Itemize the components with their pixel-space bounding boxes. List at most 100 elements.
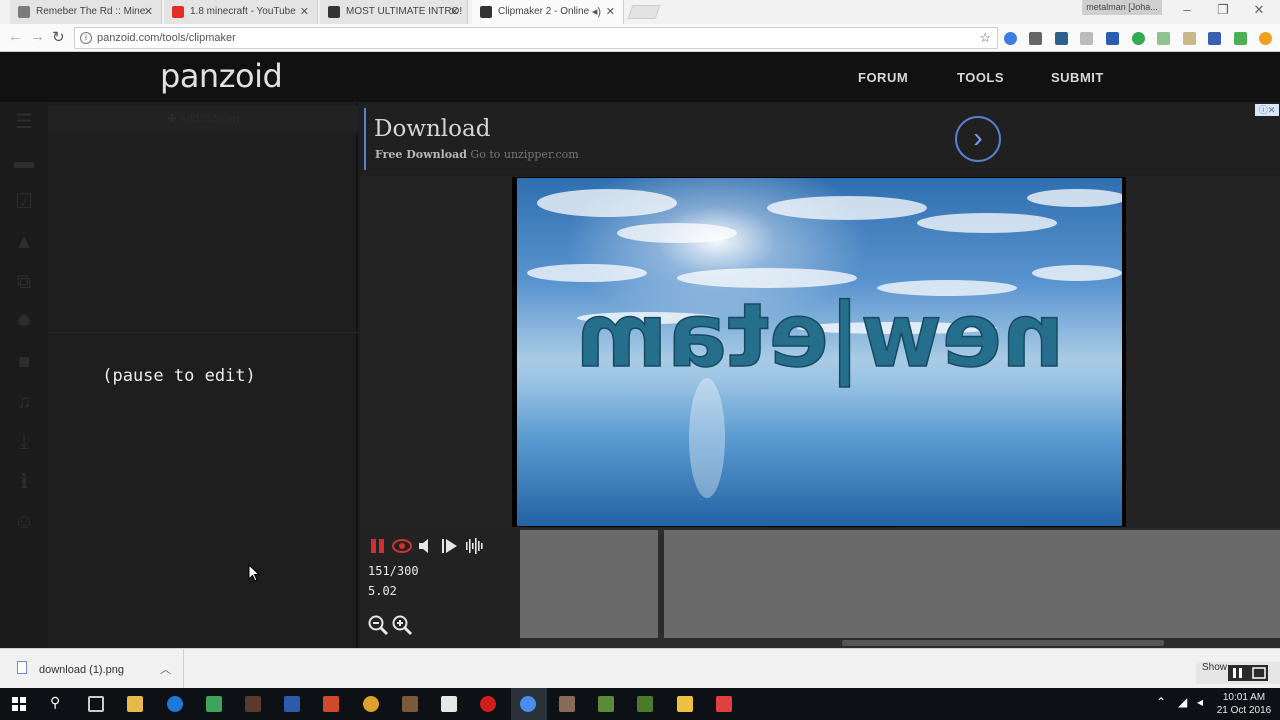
- nav-submit[interactable]: SUBMIT: [1051, 70, 1104, 85]
- tab-title: Remeber The Rd :: Mine: [36, 6, 146, 17]
- app-icon[interactable]: [363, 696, 379, 712]
- app-icon[interactable]: [206, 696, 222, 712]
- panzoid-logo[interactable]: panzoid: [160, 57, 283, 95]
- editor-icon-rail: ☰ ▬ ☑ ▲ ⧉ ✹ ■ ♫ ⤓ ℹ ☺: [0, 102, 48, 648]
- file-icon: [17, 661, 27, 674]
- eye-icon[interactable]: [392, 536, 412, 556]
- nav-tools[interactable]: TOOLS: [957, 70, 1004, 85]
- extension-icon[interactable]: [1259, 32, 1272, 45]
- browser-tab-4[interactable]: Clipmaker 2 - Online ◂) ✕: [472, 0, 624, 24]
- preview-stage: new|etam: [360, 176, 1280, 528]
- menu-icon[interactable]: ☰: [12, 110, 36, 134]
- playback-controls: 151/300 5.02: [360, 528, 520, 648]
- camera-icon[interactable]: ■: [12, 350, 36, 374]
- music-icon[interactable]: ♫: [12, 390, 36, 414]
- app-icon[interactable]: [245, 696, 261, 712]
- video-overlay-controls[interactable]: [1228, 665, 1268, 681]
- gear-icon[interactable]: ✹: [12, 310, 36, 334]
- media-player-icon[interactable]: [127, 696, 143, 712]
- address-bar[interactable]: i panzoid.com/tools/clipmaker ☆: [74, 27, 998, 49]
- ad-subtitle[interactable]: Free Download Go to unzipper.com: [375, 148, 579, 161]
- windows-start-icon[interactable]: [12, 697, 26, 711]
- extension-icon[interactable]: [1055, 32, 1068, 45]
- close-icon[interactable]: ✕: [450, 0, 459, 24]
- word-icon[interactable]: [284, 696, 300, 712]
- new-tab-button[interactable]: [627, 5, 661, 19]
- smiley-icon[interactable]: ☺: [12, 510, 36, 534]
- search-icon[interactable]: ⚲: [50, 694, 60, 711]
- clock-date: 21 Oct 2016: [1216, 705, 1272, 716]
- adchoices-icon[interactable]: ⓘ✕: [1255, 104, 1279, 116]
- info-icon[interactable]: i: [80, 32, 92, 44]
- extension-icon[interactable]: [1208, 32, 1221, 45]
- mega-icon[interactable]: [480, 696, 496, 712]
- extension-icon[interactable]: [1106, 32, 1119, 45]
- app-icon[interactable]: [559, 696, 575, 712]
- tray-chevron-icon[interactable]: ⌃: [1156, 695, 1166, 709]
- profile-badge[interactable]: metalman [Joha...: [1082, 0, 1162, 15]
- properties-panel: ✚ Add to Scen (pause to edit): [48, 102, 358, 648]
- folder-icon[interactable]: ▬: [12, 150, 36, 174]
- window-close-icon[interactable]: ✕: [1244, 2, 1274, 18]
- timeline-scrollbar[interactable]: [842, 640, 1164, 646]
- panel-divider: [48, 332, 358, 333]
- zoom-out-icon[interactable]: [367, 614, 389, 636]
- image-icon[interactable]: ▲: [12, 230, 36, 254]
- panzoid-favicon-icon: [328, 6, 340, 18]
- browser-tab-2[interactable]: 1.8 minecraft - YouTube ✕: [164, 0, 318, 24]
- extension-icon[interactable]: [1157, 32, 1170, 45]
- close-icon[interactable]: ✕: [144, 0, 153, 24]
- pause-icon[interactable]: [368, 536, 388, 556]
- extension-icon[interactable]: [1132, 32, 1145, 45]
- close-icon[interactable]: ✕: [300, 0, 309, 24]
- extension-icon[interactable]: [1183, 32, 1196, 45]
- network-icon[interactable]: ◢: [1178, 695, 1187, 709]
- chrome-icon[interactable]: [520, 696, 536, 712]
- app-icon[interactable]: [716, 696, 732, 712]
- reload-icon[interactable]: ↻: [52, 28, 65, 46]
- extension-icon[interactable]: [1029, 32, 1042, 45]
- timeline-track-label-area[interactable]: [520, 530, 658, 638]
- browser-tab-3[interactable]: MOST ULTIMATE INTRO! ✕: [320, 0, 468, 24]
- speaker-icon[interactable]: ◂: [1197, 695, 1203, 709]
- download-icon[interactable]: ⤓: [12, 430, 36, 454]
- file-explorer-icon[interactable]: [677, 696, 693, 712]
- info-icon[interactable]: ℹ: [12, 470, 36, 494]
- minecraft-icon[interactable]: [598, 696, 614, 712]
- step-forward-icon[interactable]: [440, 536, 460, 556]
- browser-tab-1[interactable]: Remeber The Rd :: Mine ✕: [10, 0, 162, 24]
- preview-canvas[interactable]: new|etam: [512, 177, 1126, 527]
- zoom-in-icon[interactable]: [391, 614, 413, 636]
- close-icon[interactable]: ✕: [606, 0, 615, 24]
- waveform-icon[interactable]: [464, 536, 484, 556]
- nav-forum[interactable]: FORUM: [858, 70, 908, 85]
- volume-icon[interactable]: [416, 536, 436, 556]
- store-icon[interactable]: [441, 696, 457, 712]
- checkbox-icon[interactable]: ☑: [12, 190, 36, 214]
- app-icon[interactable]: [402, 696, 418, 712]
- layers-icon[interactable]: ⧉: [12, 270, 36, 294]
- edge-icon[interactable]: [167, 696, 183, 712]
- add-to-scene-button[interactable]: ✚ Add to Scen: [48, 106, 358, 132]
- powerpoint-icon[interactable]: [323, 696, 339, 712]
- ad-title[interactable]: Download: [374, 116, 490, 142]
- chevron-up-icon[interactable]: ︿: [160, 661, 171, 677]
- forward-icon[interactable]: →: [30, 28, 45, 45]
- task-view-icon[interactable]: [88, 696, 104, 712]
- minecraft-icon[interactable]: [637, 696, 653, 712]
- back-icon[interactable]: ←: [8, 28, 23, 45]
- extension-icon[interactable]: [1080, 32, 1093, 45]
- site-header: panzoid FORUM TOOLS SUBMIT: [0, 52, 1280, 102]
- maximize-icon[interactable]: ❐: [1208, 2, 1238, 18]
- extension-icon[interactable]: [1004, 32, 1017, 45]
- bookmark-star-icon[interactable]: ☆: [979, 28, 991, 48]
- ad-arrow-button[interactable]: ›: [955, 116, 1001, 162]
- timeline: [520, 528, 1280, 648]
- download-item[interactable]: download (1).png ︿: [0, 649, 184, 689]
- extension-icon[interactable]: [1234, 32, 1247, 45]
- minimize-icon[interactable]: –: [1172, 2, 1202, 17]
- timeline-track[interactable]: [664, 530, 1280, 638]
- browser-tab-strip: Remeber The Rd :: Mine ✕ 1.8 minecraft -…: [0, 0, 1280, 24]
- system-clock[interactable]: 10:01 AM 21 Oct 2016: [1216, 691, 1272, 717]
- ad-banner[interactable]: Download Free Download Go to unzipper.co…: [360, 104, 1280, 174]
